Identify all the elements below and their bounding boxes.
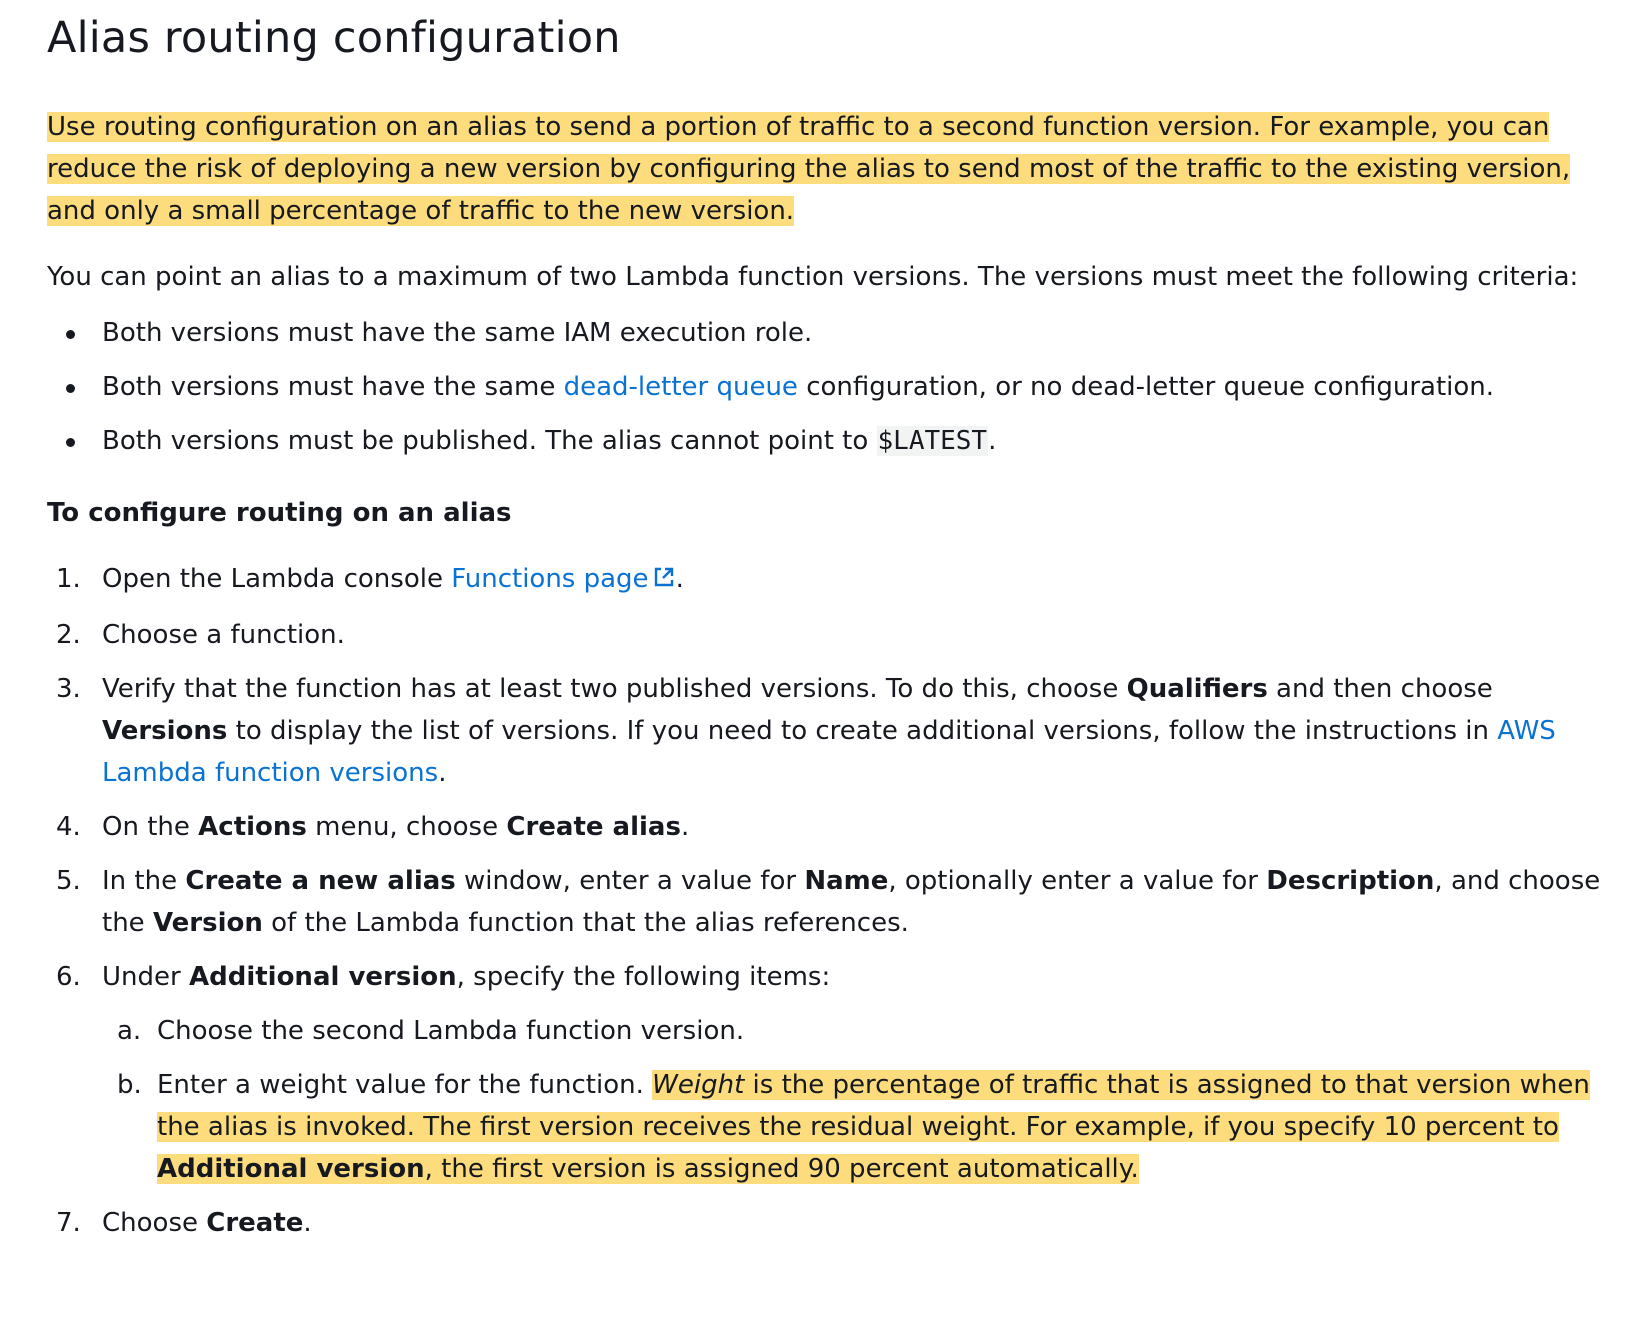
dead-letter-queue-link[interactable]: dead-letter queue xyxy=(564,372,798,402)
step-2: 2. Choose a function. xyxy=(56,614,1602,656)
step-text: of the Lambda function that the alias re… xyxy=(262,908,909,938)
step-text: menu, choose xyxy=(306,812,507,842)
step-text: Enter a weight value for the function. xyxy=(157,1070,653,1100)
step-text: , specify the following items: xyxy=(456,962,831,992)
step-text: and then choose xyxy=(1267,674,1493,704)
step-text: Under xyxy=(102,962,189,992)
step-text: Open the Lambda console xyxy=(102,564,452,594)
step-text: Choose the second Lambda function versio… xyxy=(157,1016,745,1046)
sub-step-letter: a. xyxy=(117,1016,142,1046)
step-text: . xyxy=(675,564,684,594)
versions-term: Versions xyxy=(102,716,228,746)
sub-steps: a. Choose the second Lambda function vers… xyxy=(102,1010,1602,1190)
step-text: Choose a function. xyxy=(102,620,345,650)
criteria-list: Both versions must have the same IAM exe… xyxy=(47,312,1586,462)
step-number: 7. xyxy=(56,1208,81,1238)
doc-page: Alias routing configuration Use routing … xyxy=(0,0,1632,1318)
page-title: Alias routing configuration xyxy=(47,13,621,63)
step-5: 5. In the Create a new alias window, ente… xyxy=(56,860,1602,944)
criteria-item: Both versions must have the same dead-le… xyxy=(66,366,1586,408)
step-text: . xyxy=(680,812,690,842)
step-6: 6. Under Additional version, specify the … xyxy=(56,956,1602,1190)
step-number: 5. xyxy=(56,866,81,896)
step-text: Choose xyxy=(102,1208,207,1238)
step-text: to display the list of versions. If you … xyxy=(227,716,1498,746)
create-term: Create xyxy=(206,1208,304,1238)
external-link-icon xyxy=(652,560,676,602)
weight-term: Weight xyxy=(652,1070,745,1100)
additional-version-term: Additional version xyxy=(157,1154,425,1184)
step-3: 3. Verify that the function has at least … xyxy=(56,668,1602,794)
step-text: window, enter a value for xyxy=(455,866,805,896)
step-text: On the xyxy=(102,812,199,842)
step-text: Verify that the function has at least tw… xyxy=(102,674,1127,704)
actions-term: Actions xyxy=(198,812,307,842)
create-new-alias-term: Create a new alias xyxy=(185,866,456,896)
step-text: . xyxy=(303,1208,312,1238)
qualifiers-term: Qualifiers xyxy=(1126,674,1268,704)
criteria-item: Both versions must have the same IAM exe… xyxy=(66,312,1586,354)
name-term: Name xyxy=(804,866,889,896)
additional-version-term: Additional version xyxy=(188,962,457,992)
intro-highlight: Use routing configuration on an alias to… xyxy=(47,112,1571,226)
step-number: 6. xyxy=(56,962,81,992)
step-text: . xyxy=(438,758,447,788)
description-term: Description xyxy=(1266,866,1435,896)
step-number: 2. xyxy=(56,620,81,650)
criteria-paragraph: You can point an alias to a maximum of t… xyxy=(47,262,1579,292)
step-text: , optionally enter a value for xyxy=(888,866,1267,896)
functions-page-link-label: Functions page xyxy=(451,564,649,594)
criteria-text: Both versions must have the same xyxy=(102,372,564,402)
version-term: Version xyxy=(152,908,263,938)
criteria-item: Both versions must be published. The ali… xyxy=(66,420,1586,462)
criteria-text: Both versions must have the same IAM exe… xyxy=(102,318,813,348)
functions-page-link[interactable]: Functions page xyxy=(451,564,675,594)
criteria-text: . xyxy=(988,426,997,456)
procedure-steps: 1. Open the Lambda console Functions page… xyxy=(47,558,1600,1244)
step-7: 7. Choose Create. xyxy=(56,1202,1602,1244)
sub-step-b: b. Enter a weight value for the function.… xyxy=(117,1064,1607,1190)
step-4: 4. On the Actions menu, choose Create ali… xyxy=(56,806,1602,848)
step-text: , the first version is assigned 90 perce… xyxy=(424,1154,1139,1184)
criteria-text: Both versions must be published. The ali… xyxy=(102,426,877,456)
step-number: 4. xyxy=(56,812,81,842)
sub-step-letter: b. xyxy=(117,1070,142,1100)
step-text: In the xyxy=(102,866,186,896)
step-number: 3. xyxy=(56,674,81,704)
create-alias-term: Create alias xyxy=(506,812,681,842)
sub-step-a: a. Choose the second Lambda function vers… xyxy=(117,1010,1607,1052)
latest-code: $LATEST xyxy=(876,426,989,456)
criteria-text: configuration, or no dead-letter queue c… xyxy=(797,372,1495,402)
step-1: 1. Open the Lambda console Functions page… xyxy=(56,558,1602,602)
intro-paragraph: Use routing configuration on an alias to… xyxy=(47,106,1572,232)
procedure-title: To configure routing on an alias xyxy=(47,498,512,528)
step-number: 1. xyxy=(56,564,81,594)
